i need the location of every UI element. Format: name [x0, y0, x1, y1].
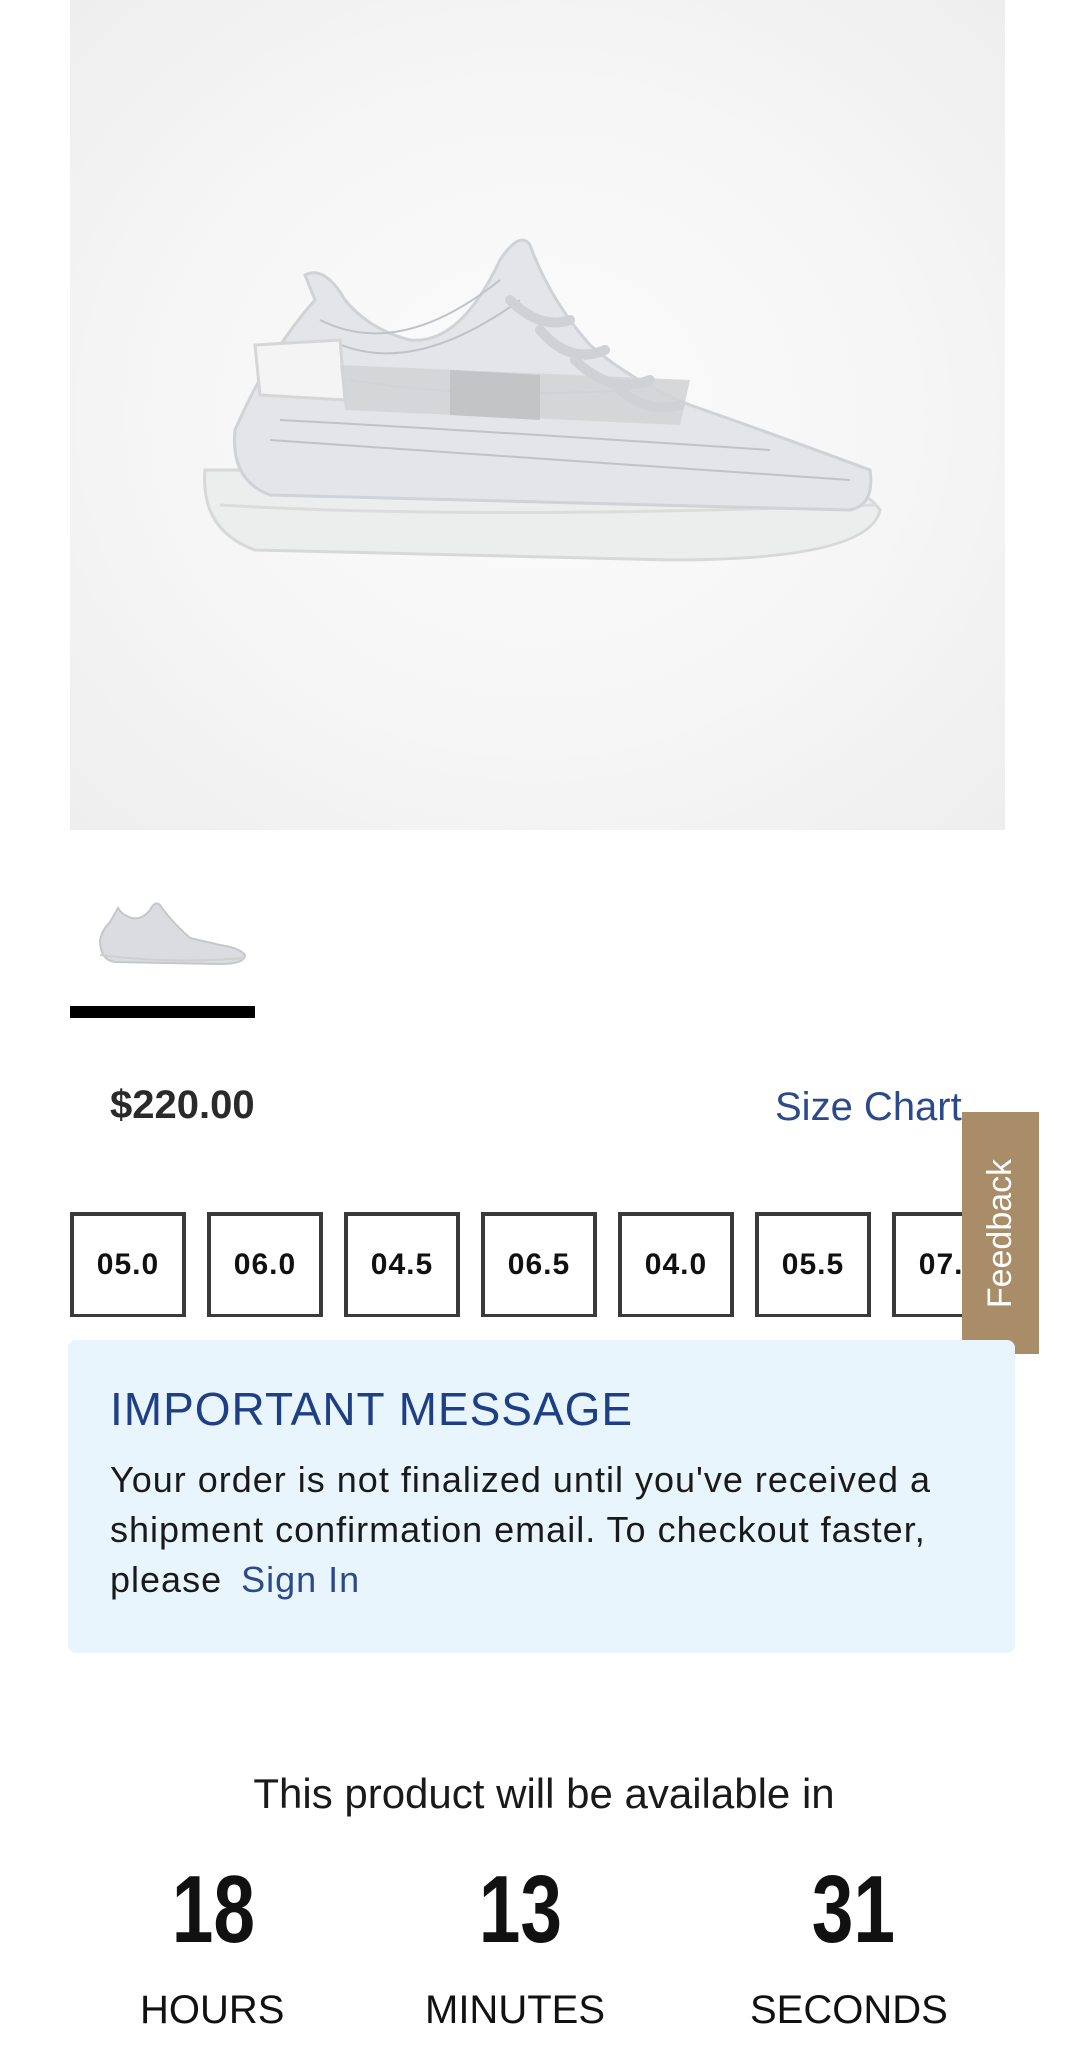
sign-in-link[interactable]: Sign In	[241, 1559, 360, 1600]
minutes-label: MINUTES	[425, 1988, 605, 2032]
product-price: $220.00	[110, 1083, 255, 1127]
feedback-label: Feedback	[981, 1158, 1020, 1308]
countdown-seconds: 31	[811, 1856, 896, 1963]
size-option[interactable]: 05.0	[70, 1212, 186, 1317]
important-message-box: IMPORTANT MESSAGE Your order is not fina…	[68, 1340, 1015, 1653]
sneaker-thumbnail-image	[98, 902, 247, 966]
size-selector: 05.0 06.0 04.5 06.5 04.0 05.5 07.0	[70, 1212, 970, 1317]
message-text: Your order is not finalized until you've…	[110, 1459, 931, 1600]
size-option[interactable]: 05.5	[755, 1212, 871, 1317]
sneaker-illustration	[203, 238, 882, 562]
countdown-hours: 18	[171, 1856, 256, 1963]
hours-label: HOURS	[140, 1988, 285, 2032]
size-option[interactable]: 06.5	[481, 1212, 597, 1317]
product-thumbnail[interactable]	[70, 860, 255, 995]
message-title: IMPORTANT MESSAGE	[110, 1383, 634, 1435]
product-page: $220.00 Size Chart 05.0 06.0 04.5 06.5 0…	[0, 0, 1088, 2048]
feedback-tab[interactable]: Feedback	[962, 1112, 1039, 1354]
product-image	[70, 0, 1005, 830]
seconds-label: SECONDS	[750, 1988, 948, 2032]
size-option[interactable]: 07.0	[892, 1212, 970, 1317]
size-option[interactable]: 06.0	[207, 1212, 323, 1317]
size-option[interactable]: 04.0	[618, 1212, 734, 1317]
availability-text: This product will be available in	[253, 1770, 835, 1817]
message-body: Your order is not finalized until you've…	[110, 1455, 990, 1605]
thumbnail-active-indicator	[70, 1006, 255, 1018]
size-option[interactable]: 04.5	[344, 1212, 460, 1317]
size-chart-link[interactable]: Size Chart	[775, 1085, 962, 1130]
countdown-minutes: 13	[478, 1856, 563, 1963]
